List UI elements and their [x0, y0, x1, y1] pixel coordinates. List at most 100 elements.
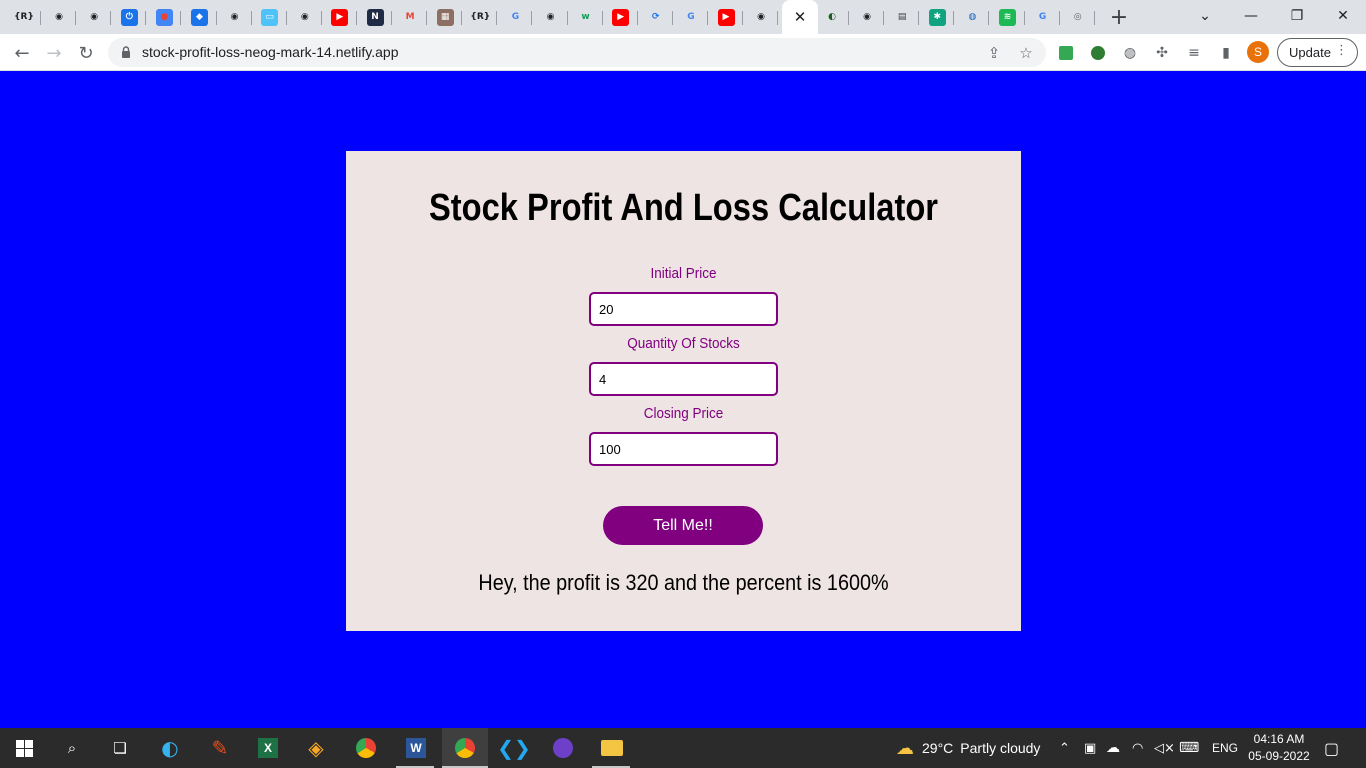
browser-tab[interactable]: w — [571, 4, 603, 30]
tab-separator — [706, 11, 708, 25]
tab-search-icon[interactable]: ⌄ — [1182, 0, 1228, 32]
meet-now-icon[interactable]: ▣ — [1084, 728, 1096, 768]
task-view-icon[interactable]: ❏ — [106, 734, 134, 762]
browser-tab[interactable]: G — [676, 4, 708, 30]
browser-tab[interactable]: ◍ — [957, 4, 990, 30]
language-indicator[interactable]: ENG — [1212, 728, 1238, 768]
tab-separator — [848, 11, 849, 25]
weather-widget[interactable]: ☁ 29°C Partly cloudy — [896, 728, 1040, 768]
tab-separator — [918, 11, 920, 25]
extension-globe-icon[interactable]: ◍ — [1120, 43, 1140, 63]
google-icon: G — [682, 8, 700, 26]
close-window-icon[interactable]: ✕ — [1320, 0, 1366, 32]
browser-tab[interactable]: ◐ — [817, 4, 849, 30]
weather-desc: Partly cloudy — [960, 740, 1041, 756]
media-queue-icon[interactable]: ≡ — [1184, 43, 1204, 63]
tab-separator — [1093, 11, 1095, 25]
chrome-icon[interactable] — [352, 734, 380, 762]
browser-tab[interactable]: ◉ — [852, 4, 885, 30]
initial-price-input[interactable] — [589, 292, 778, 326]
keyboard-icon[interactable]: ⌨ — [1179, 728, 1199, 768]
update-button[interactable]: Update ⋮ — [1277, 38, 1358, 67]
browser-tab[interactable]: ▭ — [255, 4, 287, 30]
volume-muted-icon[interactable]: ◁× — [1154, 728, 1175, 768]
reload-icon[interactable]: ↻ — [72, 39, 100, 67]
quantity-input[interactable] — [589, 362, 778, 396]
extension-save-icon[interactable] — [1056, 43, 1076, 63]
github-icon: ◉ — [542, 8, 559, 26]
spotify-icon: ≋ — [999, 8, 1016, 26]
side-panel-icon[interactable]: ▮ — [1216, 43, 1236, 63]
browser-tab[interactable]: ▤ — [887, 4, 920, 30]
forward-icon[interactable]: → — [40, 39, 68, 67]
active-tab[interactable]: ✕ — [782, 0, 818, 34]
r-icon: {R} — [14, 8, 34, 26]
browser-tab[interactable]: ▶ — [325, 4, 357, 30]
extensions-puzzle-icon[interactable]: ✣ — [1152, 43, 1172, 63]
browser-tab[interactable]: G — [500, 4, 533, 30]
onedrive-icon[interactable]: ☁ — [1106, 728, 1120, 768]
tab-separator — [320, 11, 322, 25]
browser-tab[interactable]: ◉ — [220, 4, 252, 30]
tell-me-button[interactable]: Tell Me!! — [603, 506, 763, 545]
edge-icon[interactable]: ◐ — [156, 734, 184, 762]
browser-tab[interactable]: ◆ — [185, 4, 217, 30]
image-icon: ▦ — [436, 8, 454, 26]
tab-separator — [566, 11, 568, 25]
clock[interactable]: 04:16 AM 05-09-2022 — [1248, 731, 1310, 765]
tab-separator — [391, 11, 392, 25]
browser-tab[interactable]: ▶ — [606, 4, 638, 30]
restore-icon[interactable]: ❐ — [1274, 0, 1320, 32]
closing-price-input[interactable] — [589, 432, 778, 466]
browser-tab[interactable]: ◎ — [1063, 4, 1095, 30]
new-tab-button[interactable]: + — [1106, 4, 1132, 30]
file-explorer-icon[interactable] — [598, 734, 626, 762]
url-text: stock-profit-loss-neog-mark-14.netlify.a… — [142, 44, 399, 60]
bookmark-star-icon[interactable]: ☆ — [1016, 43, 1036, 63]
neog-icon: N — [366, 8, 384, 26]
browser-tab[interactable]: ≋ — [993, 4, 1025, 30]
close-tab-icon[interactable]: ✕ — [794, 8, 807, 26]
tray-chevron-icon[interactable]: ⌃ — [1059, 728, 1070, 768]
paint-icon[interactable]: ✎ — [206, 734, 234, 762]
wifi-icon[interactable]: ◠ — [1132, 728, 1143, 768]
profile-avatar[interactable]: S — [1247, 41, 1269, 63]
browser-tab[interactable]: N — [360, 4, 392, 30]
browser-tab[interactable]: ⏻ — [114, 4, 147, 30]
tab-separator — [601, 11, 603, 25]
notification-icon: ● — [155, 8, 173, 26]
extension-badge-icon[interactable] — [1088, 43, 1108, 63]
browser-tab[interactable]: {R} — [9, 4, 41, 30]
browser-tab[interactable]: ◉ — [746, 4, 779, 30]
minimize-icon[interactable]: — — [1228, 0, 1274, 32]
notifications-icon[interactable]: ▢ — [1324, 728, 1339, 768]
word-icon[interactable]: W — [402, 734, 430, 762]
browser-tab[interactable]: ⟳ — [641, 4, 673, 30]
share-icon[interactable]: ⇪ — [984, 43, 1004, 63]
browser-tab[interactable]: ✱ — [922, 4, 955, 30]
excel-icon[interactable]: X — [254, 734, 282, 762]
tab-separator — [180, 11, 182, 25]
browser-tab[interactable]: ● — [149, 4, 182, 30]
github-icon: ◉ — [752, 8, 770, 26]
browser-tab[interactable]: ◉ — [44, 4, 77, 30]
address-bar[interactable]: stock-profit-loss-neog-mark-14.netlify.a… — [108, 38, 1046, 67]
browser-tab[interactable]: G — [1028, 4, 1060, 30]
update-label: Update — [1289, 45, 1331, 60]
browser-tab[interactable]: M — [395, 4, 428, 30]
vscode-icon[interactable]: ❮❯ — [497, 734, 531, 762]
github-icon: ◉ — [858, 8, 876, 26]
github-desktop-icon[interactable] — [549, 734, 577, 762]
photos-icon[interactable]: ◈ — [302, 734, 330, 762]
windows-start-icon[interactable] — [10, 734, 38, 762]
browser-tab[interactable]: ◉ — [290, 4, 322, 30]
browser-tab[interactable]: ▦ — [430, 4, 463, 30]
chrome-active-icon[interactable] — [451, 734, 479, 762]
back-icon[interactable]: ← — [8, 39, 36, 67]
menu-dots-icon[interactable]: ⋮ — [1335, 43, 1348, 58]
browser-tab[interactable]: {R} — [465, 4, 498, 30]
search-icon[interactable]: ⌕ — [58, 734, 86, 762]
browser-tab[interactable]: ◉ — [79, 4, 112, 30]
browser-tab[interactable]: ▶ — [711, 4, 743, 30]
browser-tab[interactable]: ◉ — [536, 4, 568, 30]
